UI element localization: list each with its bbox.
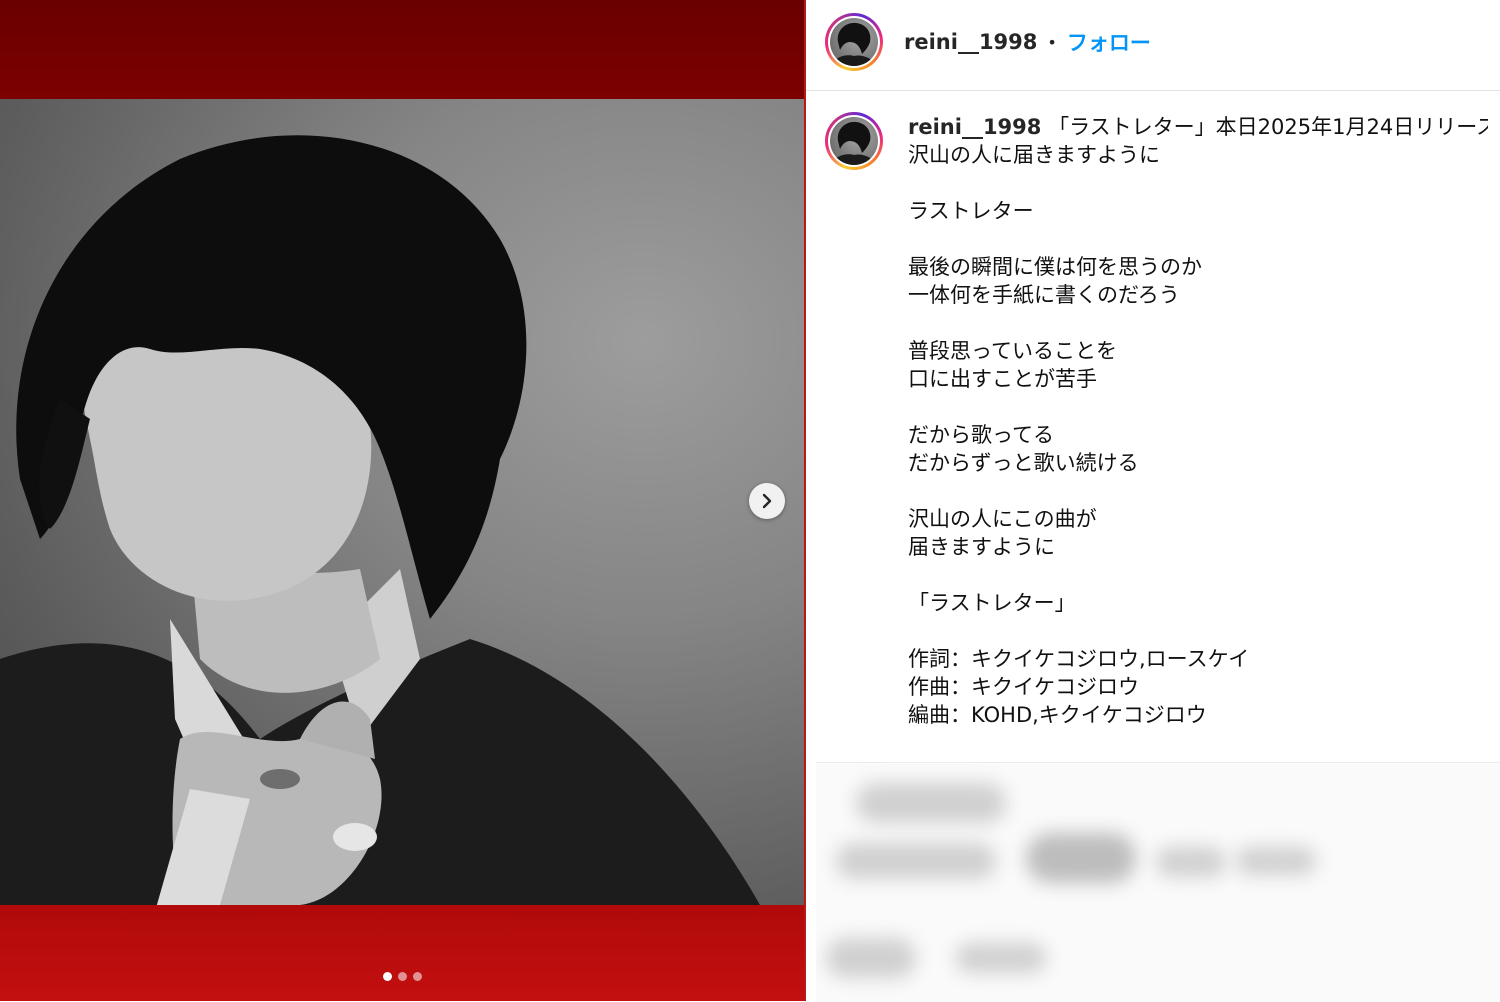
caption-line: だから歌ってる: [908, 423, 1054, 447]
caption-line: 口に出すことが苦手: [908, 367, 1097, 391]
caption-line: 作曲：キクイケコジロウ: [908, 675, 1139, 699]
post-detail-panel: reini__1998 • フォロー reini__1998 「ラストレター」本…: [806, 0, 1500, 1002]
post-media[interactable]: [0, 0, 804, 1001]
carousel-dot-active: [382, 972, 392, 981]
caption-line: 沢山の人にこの曲が: [908, 507, 1097, 531]
header-divider: [806, 90, 1500, 91]
header-separator: •: [1047, 32, 1057, 52]
comments-area-blurred: [816, 762, 1500, 1002]
caption-first-line: reini__1998 「ラストレター」本日2025年1月24日リリース: [908, 113, 1488, 141]
caption-line: ラストレター: [908, 199, 1034, 223]
caption-line: 一体何を手紙に書くのだろう: [908, 283, 1180, 307]
follow-button[interactable]: フォロー: [1067, 27, 1151, 57]
profile-picture: [830, 117, 878, 165]
next-slide-button[interactable]: [749, 483, 785, 519]
header-username-link[interactable]: reini__1998: [904, 30, 1037, 54]
carousel-dot: [412, 972, 422, 981]
caption-avatar[interactable]: [825, 112, 883, 170]
carousel-indicator: [0, 972, 804, 981]
post-photo[interactable]: [0, 99, 804, 905]
post-header: reini__1998 • フォロー: [904, 28, 1151, 56]
caption-text: 「ラストレター」本日2025年1月24日リリース: [1048, 115, 1488, 139]
caption-line: 「ラストレター」: [908, 591, 1076, 615]
caption-username-link[interactable]: reini__1998: [908, 115, 1041, 139]
portrait-illustration: [0, 135, 760, 905]
profile-photo-icon: [830, 22, 878, 66]
header-avatar[interactable]: [825, 13, 883, 71]
profile-photo-icon: [830, 121, 878, 165]
caption-line: 最後の瞬間に僕は何を思うのか: [908, 255, 1202, 279]
chevron-right-icon: [762, 493, 772, 509]
caption-line: 沢山の人に届きますように: [908, 143, 1160, 167]
carousel-dot: [397, 972, 407, 981]
caption-line: 届きますように: [908, 535, 1055, 559]
caption-line: 普段思っていることを: [908, 339, 1117, 363]
profile-picture: [830, 18, 878, 66]
caption-line: 編曲：KOHD,キクイケコジロウ: [908, 703, 1207, 727]
post-caption: reini__1998 「ラストレター」本日2025年1月24日リリース 沢山の…: [908, 113, 1488, 763]
caption-body: 沢山の人に届きますように ラストレター最後の瞬間に僕は何を思うのか 一体何を手紙に書…: [908, 141, 1488, 729]
caption-line: だからずっと歌い続ける: [908, 451, 1139, 475]
caption-line: 作詞：キクイケコジロウ,ロースケイ: [908, 647, 1250, 671]
